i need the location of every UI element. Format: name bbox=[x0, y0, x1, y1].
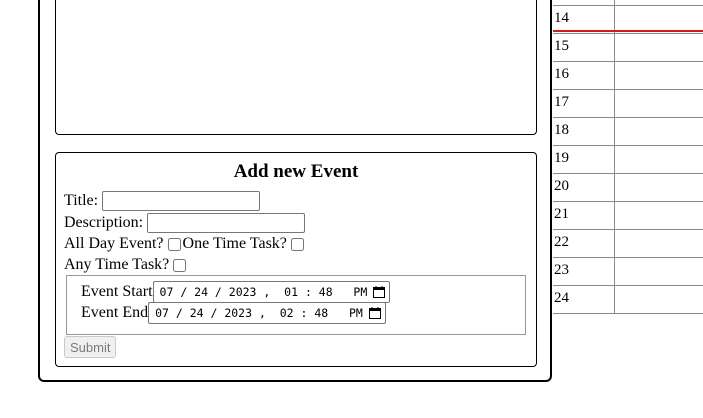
calendar-icon[interactable] bbox=[368, 307, 381, 319]
hour-row[interactable]: 17 bbox=[553, 90, 703, 118]
hour-row[interactable]: 19 bbox=[553, 146, 703, 174]
event-list-box bbox=[55, 0, 537, 135]
event-start-value: 07 / 24 / 2023 , 01 : 48 PM bbox=[159, 285, 368, 299]
event-start-input[interactable]: 07 / 24 / 2023 , 01 : 48 PM bbox=[152, 281, 391, 303]
hour-divider bbox=[614, 0, 615, 5]
hour-grid: 13 1415161718192021222324 bbox=[553, 0, 703, 314]
hour-label: 20 bbox=[554, 178, 569, 194]
hour-row[interactable]: 15 bbox=[553, 34, 703, 62]
hour-label: 21 bbox=[554, 206, 569, 222]
current-time-line bbox=[553, 30, 703, 32]
hour-divider bbox=[614, 62, 615, 89]
hour-divider bbox=[614, 146, 615, 173]
description-label: Description: bbox=[64, 214, 144, 231]
hour-divider bbox=[614, 174, 615, 201]
hour-label: 16 bbox=[554, 66, 569, 82]
all-day-checkbox[interactable] bbox=[167, 237, 181, 251]
description-row: Description: bbox=[64, 213, 306, 233]
description-input[interactable] bbox=[147, 213, 306, 233]
hour-row[interactable]: 22 bbox=[553, 230, 703, 258]
one-time-checkbox[interactable] bbox=[290, 237, 304, 251]
hour-row[interactable]: 21 bbox=[553, 202, 703, 230]
hour-label: 22 bbox=[554, 234, 569, 250]
hour-label: 18 bbox=[554, 122, 569, 138]
hour-label: 15 bbox=[554, 38, 569, 54]
hour-divider bbox=[614, 230, 615, 257]
title-input[interactable] bbox=[102, 191, 261, 211]
form-title: Add new Event bbox=[233, 161, 359, 182]
hour-row[interactable]: 20 bbox=[553, 174, 703, 202]
hour-label: 17 bbox=[554, 94, 569, 110]
event-start-label: Event Start bbox=[81, 283, 153, 300]
hour-divider bbox=[614, 34, 615, 61]
event-end-label: Event End bbox=[81, 304, 149, 321]
hour-row[interactable]: 18 bbox=[553, 118, 703, 146]
any-time-row: Any Time Task? bbox=[64, 256, 188, 274]
add-event-form: Add new Event Title: Description: All Da… bbox=[55, 152, 537, 367]
calendar-icon[interactable] bbox=[373, 286, 386, 298]
hour-row[interactable]: 23 bbox=[553, 258, 703, 286]
one-time-label: One Time Task? bbox=[182, 235, 287, 252]
event-end-value: 07 / 24 / 2023 , 02 : 48 PM bbox=[155, 306, 363, 320]
hour-divider bbox=[614, 258, 615, 285]
submit-button[interactable]: Submit bbox=[64, 336, 117, 358]
any-time-checkbox[interactable] bbox=[173, 258, 187, 272]
task-type-row: All Day Event? One Time Task? bbox=[64, 235, 306, 253]
event-end-input[interactable]: 07 / 24 / 2023 , 02 : 48 PM bbox=[148, 302, 386, 324]
hour-row[interactable]: 16 bbox=[553, 62, 703, 90]
hour-row[interactable]: 24 bbox=[553, 286, 703, 314]
title-row: Title: bbox=[64, 191, 261, 211]
title-label: Title: bbox=[64, 192, 99, 209]
hour-label: 14 bbox=[554, 10, 569, 26]
hour-label: 24 bbox=[554, 290, 569, 306]
any-time-label: Any Time Task? bbox=[64, 256, 170, 273]
hour-divider bbox=[614, 118, 615, 145]
all-day-label: All Day Event? bbox=[64, 235, 164, 252]
hour-divider bbox=[614, 90, 615, 117]
event-time-fieldset: Event Start 07 / 24 / 2023 , 01 : 48 PM … bbox=[66, 275, 526, 335]
hour-divider bbox=[614, 6, 615, 33]
hour-label: 19 bbox=[554, 150, 569, 166]
event-end-row: Event End 07 / 24 / 2023 , 02 : 48 PM bbox=[81, 302, 386, 324]
event-start-row: Event Start 07 / 24 / 2023 , 01 : 48 PM bbox=[81, 281, 391, 303]
hour-divider bbox=[614, 286, 615, 313]
hour-divider bbox=[614, 202, 615, 229]
hour-label: 23 bbox=[554, 262, 569, 278]
